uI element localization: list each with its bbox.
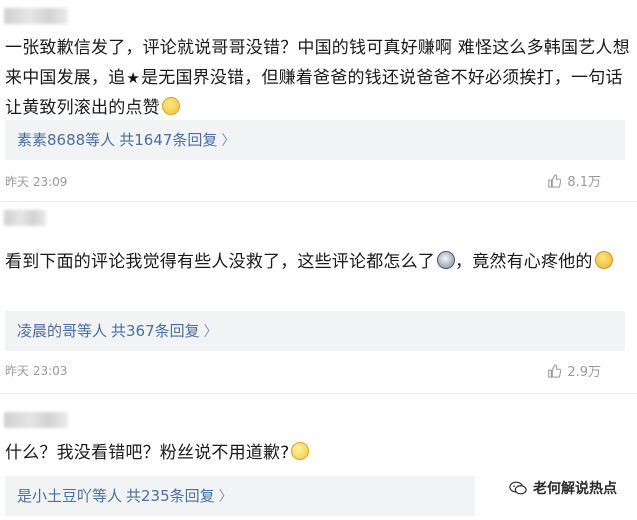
smile-emoji-icon xyxy=(161,97,180,115)
divider xyxy=(0,393,637,394)
crying-emoji-icon xyxy=(437,251,455,269)
snot-emoji-icon xyxy=(594,251,613,269)
comment-2-like-button[interactable]: 2.9万 xyxy=(547,361,601,380)
divider xyxy=(0,201,637,202)
comment-2-text-b: ，竟然有心疼他的 xyxy=(455,252,593,272)
watermark: 老何解说热点 xyxy=(509,478,617,498)
comment-1-like-count: 8.1万 xyxy=(567,175,601,190)
comment-1-reply-users: 素素8688等人 xyxy=(17,131,116,149)
comment-2-like-count: 2.9万 xyxy=(567,365,601,380)
chevron-right-icon: 〉 xyxy=(221,133,236,149)
comment-3-body: 什么？我没看错吧？粉丝说不用道歉? xyxy=(5,438,630,468)
comment-3: 什么？我没看错吧？粉丝说不用道歉? 是小土豆吖等人 共235条回复〉 xyxy=(0,396,637,520)
comment-1-time: 昨天 23:09 xyxy=(5,175,68,189)
comment-2-username-blurred[interactable] xyxy=(4,210,46,226)
comment-1-replies-link[interactable]: 素素8688等人 共1647条回复〉 xyxy=(5,120,625,160)
comment-3-replies-link[interactable]: 是小土豆吖等人 共235条回复〉 xyxy=(5,476,475,516)
comment-1-reply-count: 共1647条回复 xyxy=(119,131,218,149)
comment-3-text-a: 什么？我没看错吧？粉丝说不用道歉? xyxy=(5,443,290,463)
thumb-up-icon xyxy=(548,173,562,188)
comment-3-reply-users: 是小土豆吖等人 xyxy=(17,487,123,505)
star-icon: ★ xyxy=(126,69,141,87)
comment-2-time: 昨天 23:03 xyxy=(5,364,68,378)
comment-2-reply-count: 共367条回复 xyxy=(111,322,200,340)
comment-1-like-button[interactable]: 8.1万 xyxy=(547,171,601,190)
chevron-right-icon: 〉 xyxy=(218,489,233,505)
comment-2-reply-users: 凌晨的哥等人 xyxy=(17,322,108,340)
shy-emoji-icon xyxy=(291,442,310,460)
comment-2: 看到下面的评论我觉得有些人没救了，这些评论都怎么了 ，竟然有心疼他的 凌晨的哥等人… xyxy=(0,203,637,393)
comment-3-reply-count: 共235条回复 xyxy=(126,487,215,505)
comment-3-username-blurred[interactable] xyxy=(4,412,68,428)
thumb-up-icon xyxy=(548,363,562,378)
wechat-icon xyxy=(509,481,527,495)
comment-2-text-a: 看到下面的评论我觉得有些人没救了，这些评论都怎么了 xyxy=(5,252,435,272)
comment-2-body: 看到下面的评论我觉得有些人没救了，这些评论都怎么了 ，竟然有心疼他的 xyxy=(5,247,630,277)
comment-2-replies-link[interactable]: 凌晨的哥等人 共367条回复〉 xyxy=(5,311,625,351)
chevron-right-icon: 〉 xyxy=(203,324,218,340)
comment-1: 一张致歉信发了，评论就说哥哥没错？中国的钱可真好赚啊 难怪这么多韩国艺人想来中国… xyxy=(0,0,637,200)
watermark-text: 老何解说热点 xyxy=(533,481,617,497)
comment-1-username-blurred[interactable] xyxy=(4,8,68,24)
comment-1-body: 一张致歉信发了，评论就说哥哥没错？中国的钱可真好赚啊 难怪这么多韩国艺人想来中国… xyxy=(5,33,630,123)
